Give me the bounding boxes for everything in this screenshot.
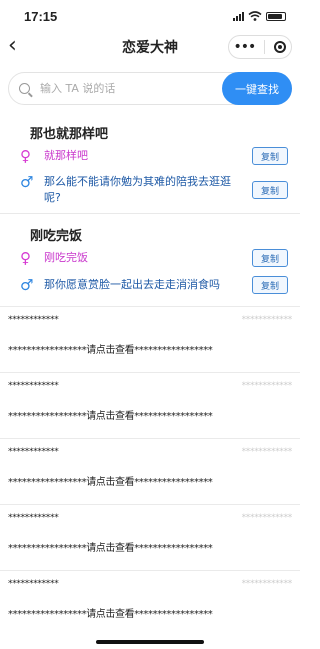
reply-text: 刚吃完饭 (44, 251, 88, 264)
status-time: 17:15 (24, 8, 58, 24)
locked-tag: ************ (241, 315, 293, 325)
wifi-icon (248, 11, 262, 21)
reply-text: 那么能不能请你勉为其难的陪我去逛逛呢? (44, 175, 231, 204)
locked-mask: *****************请点击查看***************** (8, 543, 213, 554)
locked-tag: ************ (241, 447, 293, 457)
search-button[interactable]: 一键查找 (222, 72, 292, 105)
home-indicator (96, 640, 204, 644)
status-bar: 17:15 (0, 0, 300, 32)
locked-mask: *****************请点击查看***************** (8, 411, 213, 422)
locked-title: ************ (8, 579, 59, 589)
search-bar: 一键查找 (8, 72, 292, 105)
locked-item[interactable]: ************ ************ **************… (0, 306, 300, 372)
locked-title: ************ (8, 381, 59, 391)
page-title: 恋爱大神 (122, 40, 178, 56)
search-input[interactable] (38, 81, 192, 96)
locked-title: ************ (8, 513, 59, 523)
locked-title: ************ (8, 315, 59, 325)
copy-button[interactable]: 复制 (252, 249, 288, 267)
male-icon: ♂ (20, 276, 34, 294)
locked-item[interactable]: ************ ************ **************… (0, 372, 300, 438)
back-icon[interactable]: ‹ (8, 35, 17, 57)
close-icon[interactable] (274, 41, 287, 53)
battery-icon (266, 11, 286, 21)
search-icon (19, 83, 30, 94)
female-icon: ♀ (20, 249, 31, 267)
locked-mask: *****************请点击查看***************** (8, 609, 213, 620)
reply-group: 那也就那样吧 ♀ 就那样吧 复制 ♂ 那么能不能请你勉为其难的陪我去逛逛呢? 复… (0, 115, 300, 211)
locked-mask: *****************请点击查看***************** (8, 477, 213, 488)
capsule-divider (264, 40, 266, 54)
status-icons (233, 11, 286, 21)
copy-button[interactable]: 复制 (252, 276, 288, 294)
mini-program-capsule: ••• (228, 35, 292, 59)
copy-button[interactable]: 复制 (252, 181, 288, 199)
locked-tag: ************ (241, 579, 293, 589)
locked-tag: ************ (241, 381, 293, 391)
male-icon: ♂ (20, 173, 34, 191)
group-title: 那也就那样吧 (30, 127, 109, 142)
locked-tag: ************ (241, 513, 293, 523)
reply-text: 那你愿意赏脸一起出去走走消消食吗 (44, 278, 220, 291)
group-title: 刚吃完饭 (30, 229, 83, 244)
reply-text: 就那样吧 (44, 149, 88, 162)
locked-mask: *****************请点击查看***************** (8, 345, 213, 356)
locked-item[interactable]: ************ ************ **************… (0, 438, 300, 504)
copy-button[interactable]: 复制 (252, 147, 288, 165)
signal-icon (233, 11, 244, 21)
locked-title: ************ (8, 447, 59, 457)
more-icon[interactable]: ••• (234, 39, 257, 55)
reply-group: 刚吃完饭 ♀ 刚吃完饭 复制 ♂ 那你愿意赏脸一起出去走走消消食吗 复制 (0, 215, 300, 303)
locked-item[interactable]: ************ ************ **************… (0, 504, 300, 570)
nav-bar: ‹ 恋爱大神 ••• (0, 32, 300, 62)
locked-item[interactable]: ************ ************ **************… (0, 570, 300, 636)
female-icon: ♀ (20, 147, 31, 165)
divider (0, 213, 300, 214)
